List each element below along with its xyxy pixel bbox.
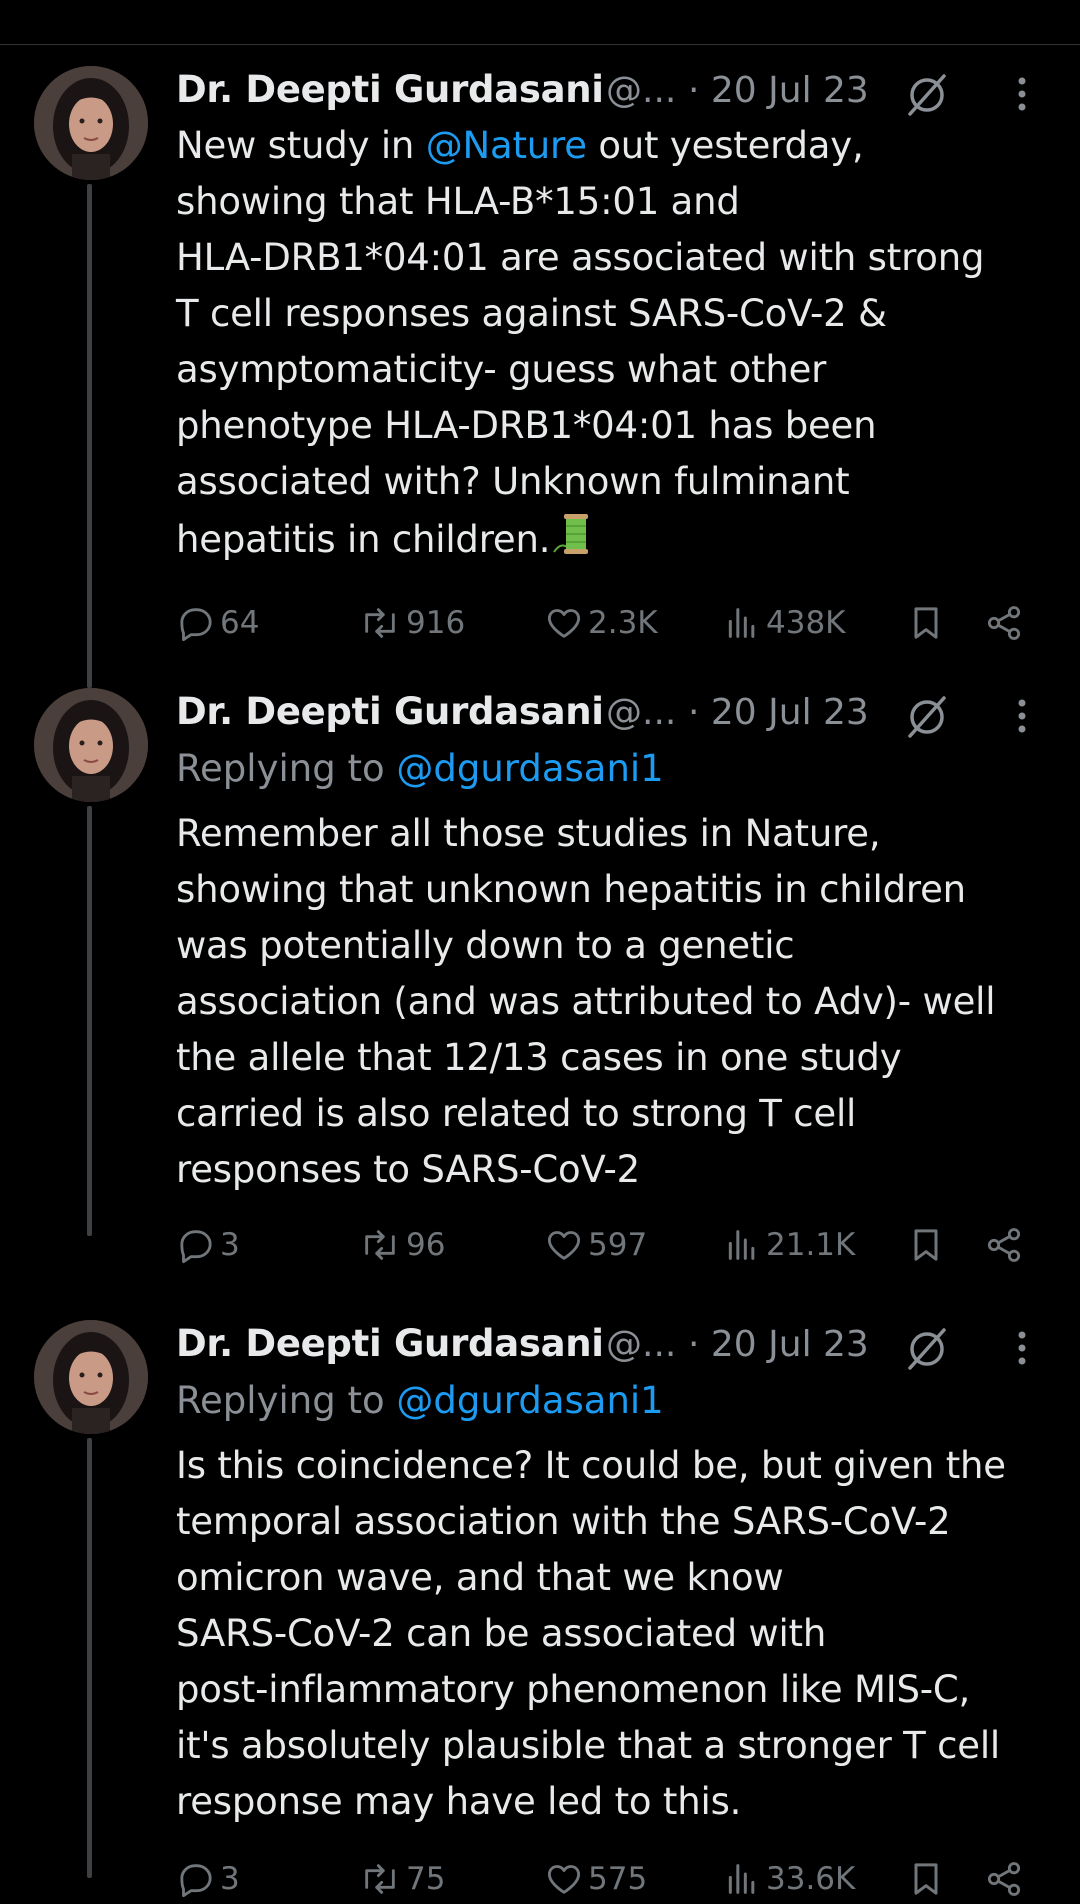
reply-button[interactable]: 3 (176, 1220, 240, 1270)
views-count: 438K (766, 605, 846, 641)
thread-line (87, 806, 92, 1236)
share-button[interactable] (984, 598, 1028, 648)
tweet-text: New study in @Nature out yesterday, show… (176, 118, 1056, 574)
like-count: 575 (588, 1861, 648, 1897)
author-handle[interactable]: @... (606, 692, 676, 733)
top-divider (0, 44, 1080, 45)
replying-to: Replying to @dgurdasani1 (176, 1374, 1056, 1428)
like-count: 2.3K (588, 605, 658, 641)
more-vertical-icon[interactable] (1012, 72, 1032, 118)
share-icon (987, 1228, 1021, 1262)
tweet-text: Is this coincidence? It could be, but gi… (176, 1444, 1006, 1823)
avatar[interactable] (34, 1320, 148, 1434)
bookmark-icon (914, 1863, 938, 1895)
tweet-date[interactable]: · 20 Jul 23 (688, 1324, 869, 1365)
heart-icon (547, 1865, 581, 1894)
reply-bubble-icon (180, 608, 212, 642)
replying-prefix: Replying to (176, 1379, 397, 1422)
bookmark-button[interactable] (906, 598, 950, 648)
share-icon (987, 606, 1021, 640)
reply-count: 64 (220, 605, 260, 641)
author-name[interactable]: Dr. Deepti Gurdasani (176, 68, 604, 111)
avatar[interactable] (34, 688, 148, 802)
repost-count: 96 (406, 1227, 446, 1263)
tweet-date[interactable]: · 20 Jul 23 (688, 70, 869, 111)
replying-prefix: Replying to (176, 747, 397, 790)
tweet-text: Remember all those studies in Nature, sh… (176, 812, 996, 1191)
tweet-text-after: out yesterday, showing that HLA-B*15:01 … (176, 124, 985, 561)
replying-handle[interactable]: @dgurdasani1 (396, 1379, 663, 1422)
tweet-text-before: New study in (176, 124, 426, 167)
views-bars-icon (728, 1230, 755, 1260)
views-count: 33.6K (766, 1861, 856, 1897)
repost-count: 916 (406, 605, 466, 641)
avatar[interactable] (34, 66, 148, 180)
grok-slash-icon[interactable] (904, 694, 950, 740)
reply-bubble-icon (180, 1864, 212, 1898)
views-button[interactable]: 438K (722, 598, 846, 648)
author-handle[interactable]: @... (606, 70, 676, 111)
reply-count: 3 (220, 1227, 240, 1263)
views-button[interactable]: 33.6K (722, 1854, 855, 1904)
bookmark-button[interactable] (906, 1220, 950, 1270)
repost-button[interactable]: 96 (358, 1220, 445, 1270)
share-button[interactable] (984, 1854, 1028, 1904)
like-button[interactable]: 597 (544, 1220, 647, 1270)
heart-icon (547, 1231, 581, 1260)
bookmark-icon (914, 1229, 938, 1261)
views-bars-icon (728, 1864, 755, 1894)
repost-arrows-icon (365, 1864, 395, 1894)
views-count: 21.1K (766, 1227, 856, 1263)
reply-bubble-icon (180, 1230, 212, 1264)
repost-arrows-icon (365, 1230, 395, 1260)
repost-button[interactable]: 75 (358, 1854, 445, 1904)
more-vertical-icon[interactable] (1012, 1326, 1032, 1372)
author-name[interactable]: Dr. Deepti Gurdasani (176, 1322, 604, 1365)
heart-icon (547, 609, 581, 638)
share-button[interactable] (984, 1220, 1028, 1270)
reply-button[interactable]: 64 (176, 598, 259, 648)
like-button[interactable]: 2.3K (544, 598, 658, 648)
author-name[interactable]: Dr. Deepti Gurdasani (176, 690, 604, 733)
mention-link[interactable]: @Nature (426, 124, 587, 167)
thread-spool-emoji (552, 510, 592, 574)
repost-count: 75 (406, 1861, 446, 1897)
thread-line (87, 1438, 92, 1878)
repost-arrows-icon (365, 608, 395, 638)
more-vertical-icon[interactable] (1012, 694, 1032, 740)
bookmark-button[interactable] (906, 1854, 950, 1904)
views-button[interactable]: 21.1K (722, 1220, 855, 1270)
grok-slash-icon[interactable] (904, 1326, 950, 1372)
bookmark-icon (914, 607, 938, 639)
reply-button[interactable]: 3 (176, 1854, 240, 1904)
share-icon (987, 1862, 1021, 1896)
grok-slash-icon[interactable] (904, 72, 950, 118)
repost-button[interactable]: 916 (358, 598, 465, 648)
like-count: 597 (588, 1227, 648, 1263)
views-bars-icon (728, 608, 755, 638)
tweet-date[interactable]: · 20 Jul 23 (688, 692, 869, 733)
like-button[interactable]: 575 (544, 1854, 647, 1904)
thread-line (87, 184, 92, 688)
reply-count: 3 (220, 1861, 240, 1897)
replying-handle[interactable]: @dgurdasani1 (396, 747, 663, 790)
replying-to: Replying to @dgurdasani1 (176, 742, 1056, 796)
author-handle[interactable]: @... (606, 1324, 676, 1365)
